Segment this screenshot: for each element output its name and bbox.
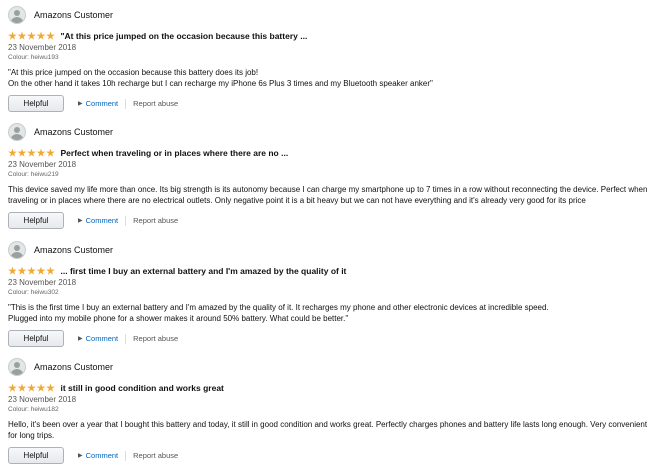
star-rating [8, 31, 56, 41]
star-icon [8, 31, 17, 40]
review-author[interactable]: Amazons Customer [34, 362, 113, 372]
separator [125, 333, 127, 344]
star-icon [27, 148, 36, 157]
review-card: Amazons Customer ... first time I buy an… [8, 241, 656, 347]
review-title[interactable]: ... first time I buy an external battery… [61, 266, 347, 276]
separator [125, 450, 127, 461]
review-title[interactable]: Perfect when traveling or in places wher… [61, 148, 289, 158]
caret-right-icon: ▶ [78, 336, 83, 342]
review-card: Amazons Customer "At this price jumped o… [8, 6, 656, 112]
star-icon [8, 383, 17, 392]
helpful-button[interactable]: Helpful [8, 447, 64, 464]
review-colour: Colour: heiwu193 [8, 54, 59, 61]
review-colour: Colour: heiwu182 [8, 406, 59, 413]
review-colour: Colour: heiwu302 [8, 289, 59, 296]
comment-label: Comment [85, 451, 119, 460]
caret-right-icon: ▶ [78, 453, 83, 459]
separator [125, 98, 127, 109]
review-body: Hello, it's been over a year that I boug… [8, 420, 648, 440]
star-icon [8, 266, 17, 275]
review-title[interactable]: it still in good condition and works gre… [61, 383, 224, 393]
review-author[interactable]: Amazons Customer [34, 245, 113, 255]
star-rating [8, 148, 56, 158]
star-rating [8, 383, 56, 393]
report-abuse-link[interactable]: Report abuse [133, 334, 178, 343]
comment-link[interactable]: ▶ Comment [78, 451, 118, 460]
report-abuse-link[interactable]: Report abuse [133, 451, 178, 460]
avatar [8, 241, 26, 259]
star-icon [17, 148, 27, 157]
review-body: This device saved my life more than once… [8, 185, 648, 205]
report-abuse-link[interactable]: Report abuse [133, 216, 178, 225]
review-date: 23 November 2018 [8, 160, 77, 169]
star-icon [17, 266, 27, 275]
review-body: "This is the first time I buy an externa… [8, 303, 549, 323]
comment-label: Comment [85, 334, 119, 343]
comment-link[interactable]: ▶ Comment [78, 99, 118, 108]
star-icon [36, 266, 46, 275]
review-author[interactable]: Amazons Customer [34, 10, 113, 20]
star-icon [36, 383, 46, 392]
review-card: Amazons Customer it still in good condit… [8, 358, 656, 464]
report-abuse-link[interactable]: Report abuse [133, 99, 178, 108]
star-icon [17, 383, 27, 392]
separator [125, 215, 127, 226]
star-icon [46, 148, 55, 157]
review-title[interactable]: "At this price jumped on the occasion be… [61, 31, 308, 41]
caret-right-icon: ▶ [78, 101, 83, 107]
avatar [8, 123, 26, 141]
star-icon [46, 266, 55, 275]
star-icon [27, 266, 36, 275]
review-date: 23 November 2018 [8, 278, 77, 287]
helpful-button[interactable]: Helpful [8, 95, 64, 112]
star-icon [36, 148, 46, 157]
star-icon [8, 148, 17, 157]
review-card: Amazons Customer Perfect when traveling … [8, 123, 656, 229]
avatar [8, 6, 26, 24]
star-rating [8, 266, 56, 276]
caret-right-icon: ▶ [78, 218, 83, 224]
star-icon [36, 31, 46, 40]
avatar [8, 358, 26, 376]
review-date: 23 November 2018 [8, 395, 77, 404]
comment-label: Comment [85, 99, 119, 108]
helpful-button[interactable]: Helpful [8, 330, 64, 347]
star-icon [27, 31, 36, 40]
review-date: 23 November 2018 [8, 43, 77, 52]
star-icon [17, 31, 27, 40]
star-icon [46, 31, 55, 40]
review-colour: Colour: heiwu219 [8, 171, 59, 178]
review-author[interactable]: Amazons Customer [34, 127, 113, 137]
comment-link[interactable]: ▶ Comment [78, 334, 118, 343]
star-icon [27, 383, 36, 392]
comment-link[interactable]: ▶ Comment [78, 216, 118, 225]
star-icon [46, 383, 55, 392]
helpful-button[interactable]: Helpful [8, 212, 64, 229]
comment-label: Comment [85, 216, 119, 225]
review-body: "At this price jumped on the occasion be… [8, 68, 433, 88]
